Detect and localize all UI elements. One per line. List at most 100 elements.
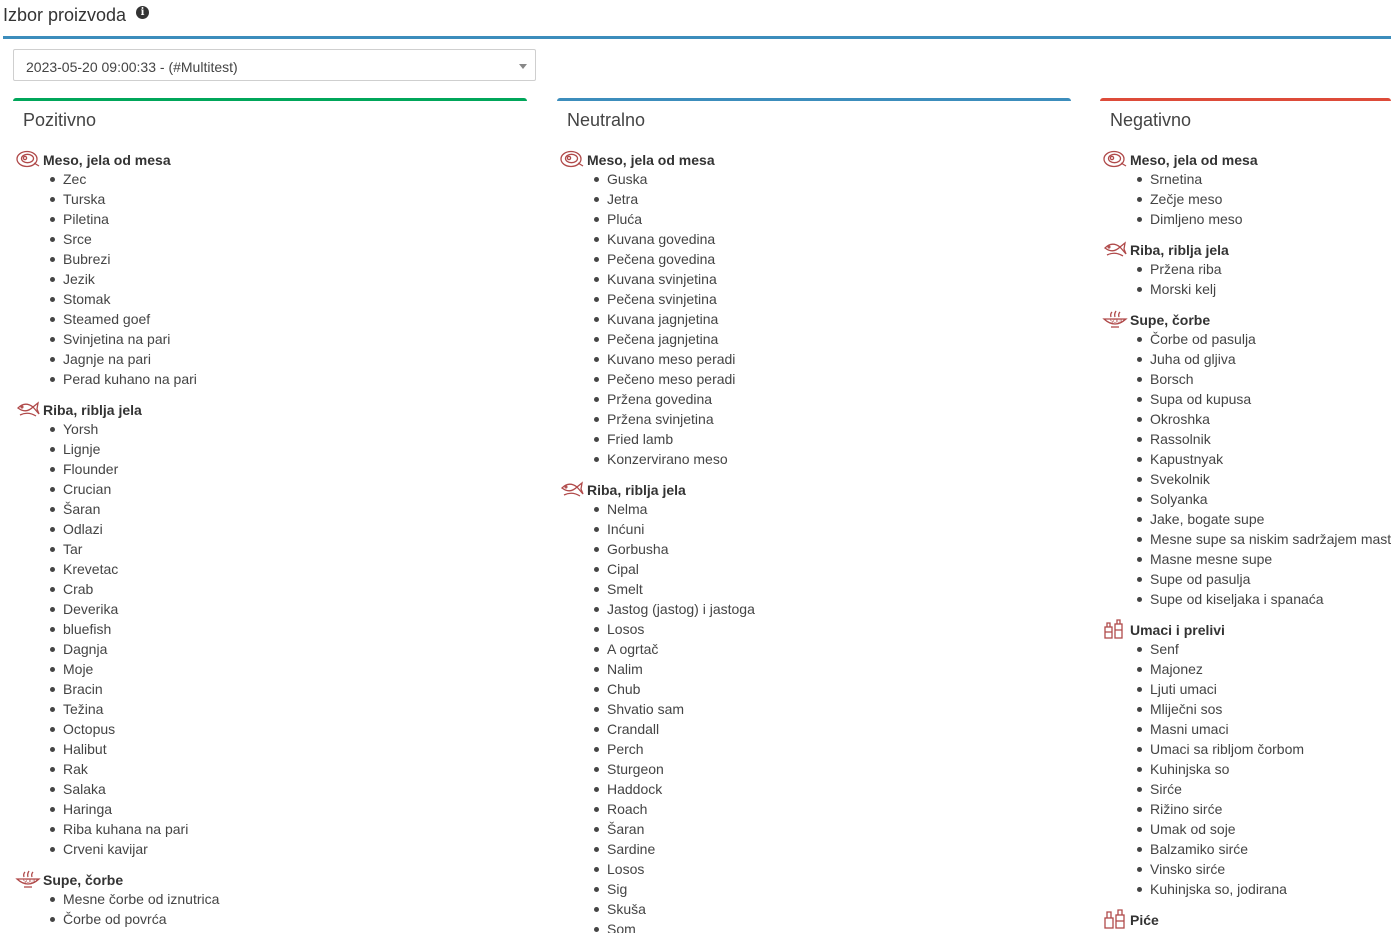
group-name: Piće: [1130, 912, 1159, 928]
list-item: Crveni kavijar: [15, 839, 527, 859]
group-name: Supe, čorbe: [1130, 312, 1211, 328]
list-item: Perch: [559, 739, 1071, 759]
list-item: Morski kelj: [1102, 279, 1391, 299]
drink-bottles-icon: [1102, 909, 1128, 929]
list-item: Šaran: [559, 819, 1071, 839]
list-item: Smelt: [559, 579, 1071, 599]
list-item: Juha od gljiva: [1102, 349, 1391, 369]
list-item: bluefish: [15, 619, 527, 639]
list-item: Losos: [559, 619, 1071, 639]
soup-icon: SOUP: [15, 869, 41, 889]
list-item: Nalim: [559, 659, 1071, 679]
list-item: Kuvana svinjetina: [559, 269, 1071, 289]
list-item: Masne mesne supe: [1102, 549, 1391, 569]
list-item: Piletina: [15, 209, 527, 229]
list-item: Gorbusha: [559, 539, 1071, 559]
list-item: Inćuni: [559, 519, 1071, 539]
list-item: Roach: [559, 799, 1071, 819]
list-item: Sturgeon: [559, 759, 1071, 779]
list-item: Mliječni sos: [1102, 699, 1391, 719]
list-item: Umak od soje: [1102, 819, 1391, 839]
group-header: Meso, jela od mesa: [15, 149, 527, 169]
meat-icon: [559, 149, 585, 169]
sauce-bottles-icon: [1102, 619, 1128, 639]
list-item: Jagnje na pari: [15, 349, 527, 369]
list-item: Bracin: [15, 679, 527, 699]
column-negative-title: Negativno: [1110, 110, 1192, 130]
list-item: Mesne čorbe od iznutrica: [15, 889, 527, 909]
list-item: Bubrezi: [15, 249, 527, 269]
fish-icon: [1102, 239, 1128, 259]
list-item: Skuša: [559, 899, 1071, 919]
group-header: Riba, riblja jela: [15, 399, 527, 419]
list-item: Kuvana govedina: [559, 229, 1071, 249]
column-positive: Pozitivno Meso, jela od mesa Zec Turska Pil…: [13, 98, 527, 933]
fish-icon: [559, 479, 585, 499]
list-item: Težina: [15, 699, 527, 719]
list-item: Sardine: [559, 839, 1071, 859]
group-name: Meso, jela od mesa: [587, 152, 715, 168]
group-header: Umaci i prelivi: [1102, 619, 1391, 639]
list-item: Kuvano meso peradi: [559, 349, 1071, 369]
column-neutral: Neutralno Meso, jela od mesa Guska Jetra Pl…: [557, 98, 1071, 933]
list-item: Pržena svinjetina: [559, 409, 1071, 429]
group-name: Meso, jela od mesa: [43, 152, 171, 168]
group-item-list: Yorsh Lignje Flounder Crucian Šaran Odlazi Tar…: [15, 419, 527, 859]
column-neutral-bar: [557, 98, 1071, 101]
list-item: Shvatio sam: [559, 699, 1071, 719]
list-item: Pečena govedina: [559, 249, 1071, 269]
list-item: Masni umaci: [1102, 719, 1391, 739]
list-item: Majonez: [1102, 659, 1391, 679]
list-item: Rak: [15, 759, 527, 779]
column-negative-groups: Meso, jela od mesa Srnetina Zečje meso Diml…: [1102, 149, 1391, 933]
list-item: Pluća: [559, 209, 1071, 229]
list-item: Okroshka: [1102, 409, 1391, 429]
list-item: Moje: [15, 659, 527, 679]
list-item: Senf: [1102, 639, 1391, 659]
list-item: Kuvana jagnjetina: [559, 309, 1071, 329]
list-item: Šaran: [15, 499, 527, 519]
list-item: Balzamiko sirće: [1102, 839, 1391, 859]
list-item: Svekolnik: [1102, 469, 1391, 489]
info-circle-icon[interactable]: i: [136, 6, 149, 19]
group-item-list: Guska Jetra Pluća Kuvana govedina Pečena gov…: [559, 169, 1071, 469]
test-session-select[interactable]: 2023-05-20 09:00:33 - (#Multitest): [13, 49, 536, 81]
group-header: SOUP Supe, čorbe: [15, 869, 527, 889]
header-divider: [3, 36, 1391, 39]
group-item-list: Nelma Inćuni Gorbusha Cipal Smelt Jastog (jas…: [559, 499, 1071, 933]
column-negative-bar: [1100, 98, 1391, 101]
group-item-list: Mesne čorbe od iznutrica Čorbe od povrća: [15, 889, 527, 929]
list-item: Dimljeno meso: [1102, 209, 1391, 229]
meat-icon: [15, 149, 41, 169]
list-item: Jezik: [15, 269, 527, 289]
list-item: Haringa: [15, 799, 527, 819]
test-session-select-value: 2023-05-20 09:00:33 - (#Multitest): [26, 59, 238, 75]
list-item: Pečena jagnjetina: [559, 329, 1071, 349]
list-item: Odlazi: [15, 519, 527, 539]
list-item: Steamed goef: [15, 309, 527, 329]
group-header: Meso, jela od mesa: [559, 149, 1071, 169]
list-item: Kuhinjska so: [1102, 759, 1391, 779]
list-item: Guska: [559, 169, 1071, 189]
column-negative: Negativno Meso, jela od mesa Srnetina Zečj…: [1100, 98, 1391, 933]
group-header: SOUP Supe, čorbe: [1102, 309, 1391, 329]
list-item: Vinsko sirće: [1102, 859, 1391, 879]
list-item: Konzervirano meso: [559, 449, 1071, 469]
list-item: Perad kuhano na pari: [15, 369, 527, 389]
list-item: Deverika: [15, 599, 527, 619]
list-item: Jake, bogate supe: [1102, 509, 1391, 529]
group-item-list: Čorbe od pasulja Juha od gljiva Borsch Supa…: [1102, 329, 1391, 609]
list-item: Sig: [559, 879, 1071, 899]
list-item: Haddock: [559, 779, 1071, 799]
list-item: Pečeno meso peradi: [559, 369, 1071, 389]
column-positive-title: Pozitivno: [23, 110, 97, 130]
list-item: Crab: [15, 579, 527, 599]
list-item: Umaci sa ribljom čorbom: [1102, 739, 1391, 759]
soup-icon: SOUP: [1102, 309, 1128, 329]
group-item-list: Srnetina Zečje meso Dimljeno meso: [1102, 169, 1391, 229]
group-item-list: Pržena riba Morski kelj: [1102, 259, 1391, 299]
caret-down-icon: [519, 64, 527, 69]
list-item: Zec: [15, 169, 527, 189]
list-item: Kuhinjska so, jodirana: [1102, 879, 1391, 899]
list-item: Dagnja: [15, 639, 527, 659]
